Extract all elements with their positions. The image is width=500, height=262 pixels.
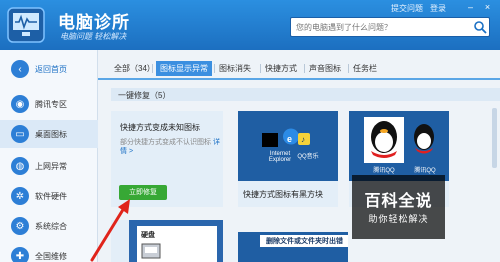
globe-icon: ◍ [11, 157, 29, 175]
back-arrow-icon: ‹ [11, 60, 29, 78]
fix-card-delete-error[interactable]: 删除文件或文件夹时出错 [238, 232, 348, 262]
title-bar: 电脑诊所 电脑问题 轻松解决 提交问题 登录 – × [0, 0, 500, 50]
card-desc-text: 部分快捷方式变成不认识图标 [120, 139, 211, 146]
watermark-subtitle: 助你轻松解决 [368, 214, 429, 224]
watermark-title: 百科全说 [364, 193, 433, 210]
gear-icon: ✲ [11, 187, 29, 205]
disk-label: 硬盘 [141, 232, 155, 239]
tab-divider [152, 64, 153, 73]
sidebar-item-label: 全国维修 [35, 251, 67, 261]
app-slogan: 电脑问题 轻松解决 [60, 32, 127, 41]
submit-question-link[interactable]: 提交问题 [391, 3, 423, 14]
tab-divider [214, 64, 215, 73]
disk-icon [141, 243, 161, 259]
close-icon[interactable]: × [482, 2, 493, 12]
tab-icon-display-error[interactable]: 图标显示异常 [156, 61, 212, 76]
tab-taskbar[interactable]: 任务栏 [353, 63, 377, 74]
app-logo-icon [7, 7, 45, 43]
sidebar-item-desktop-icons[interactable]: ▭ 桌面图标 [0, 120, 98, 148]
card-description: 部分快捷方式变成不认识图标 详情 > [120, 138, 220, 156]
sidebar-item-software-hardware[interactable]: ✲ 软件硬件 [0, 182, 98, 210]
desktop-icons-preview: e ♪ [262, 128, 310, 147]
card-preview-window: 硬盘 [137, 226, 217, 262]
tab-shortcuts[interactable]: 快捷方式 [265, 63, 297, 74]
search-box [290, 17, 490, 37]
qq-music-icon-label: QQ音乐 [297, 154, 319, 160]
app-title: 电脑诊所 [58, 13, 130, 32]
search-icon[interactable] [473, 20, 487, 34]
sidebar-item-label: 桌面图标 [35, 129, 67, 139]
qq-icon-label: 腾讯QQ [414, 168, 436, 174]
sidebar-item-label: 系统综合 [35, 221, 67, 231]
tab-sound-icon[interactable]: 声音图标 [309, 63, 341, 74]
qq-icon-label: 腾讯QQ [373, 168, 395, 174]
desktop-icon: ▭ [11, 125, 29, 143]
sidebar-item-label: 返回首页 [35, 64, 67, 74]
tab-icon-missing[interactable]: 图标消失 [219, 63, 251, 74]
repair-icon: ✚ [11, 247, 29, 262]
sidebar-item-network[interactable]: ◍ 上网异常 [0, 152, 98, 180]
svg-text:♪: ♪ [301, 135, 305, 144]
section-title: 一键修复（5） [118, 91, 171, 100]
sidebar-item-repair[interactable]: ✚ 全国维修 [0, 242, 98, 262]
tab-divider [304, 64, 305, 73]
system-icon: ⚙ [11, 217, 29, 235]
card-title: 快捷方式变成未知图标 [120, 123, 200, 132]
sidebar-item-label: 上网异常 [35, 161, 67, 171]
card-banner-text: 删除文件或文件夹时出错 [266, 238, 343, 245]
card-title: 快捷方式图标有黑方块 [243, 190, 323, 199]
login-link[interactable]: 登录 [430, 3, 446, 14]
sidebar-item-tencent[interactable]: ◉ 腾讯专区 [0, 90, 98, 118]
scrollbar-thumb[interactable] [492, 108, 497, 168]
tencent-icon: ◉ [11, 95, 29, 113]
annotation-arrow-icon [90, 199, 130, 262]
sidebar-item-home[interactable]: ‹ 返回首页 [0, 55, 98, 83]
sidebar-item-system[interactable]: ⚙ 系统综合 [0, 212, 98, 240]
card-preview-image: 腾讯QQ 腾讯QQ [349, 111, 449, 181]
one-click-fix-section: 一键修复（5） [111, 88, 500, 101]
fix-card-black-square[interactable]: e ♪ Internet Explorer QQ音乐 快捷方式图标有黑方块 [238, 111, 338, 207]
tab-divider [260, 64, 261, 73]
sidebar: ‹ 返回首页 ◉ 腾讯专区 ▭ 桌面图标 ◍ 上网异常 ✲ 软件硬件 ⚙ 系统综… [0, 50, 98, 262]
watermark: 百科全说 助你轻松解决 [352, 175, 445, 239]
svg-text:e: e [287, 134, 292, 144]
category-tabs: 全部（34） 图标显示异常 图标消失 快捷方式 声音图标 任务栏 [98, 58, 500, 80]
card-preview-image: e ♪ Internet Explorer QQ音乐 [238, 111, 338, 181]
sidebar-item-label: 软件硬件 [35, 191, 67, 201]
tab-all[interactable]: 全部（34） [114, 63, 155, 74]
minimize-icon[interactable]: – [465, 2, 476, 12]
sidebar-item-label: 腾讯专区 [35, 99, 67, 109]
tab-divider [348, 64, 349, 73]
search-input[interactable] [291, 18, 471, 36]
